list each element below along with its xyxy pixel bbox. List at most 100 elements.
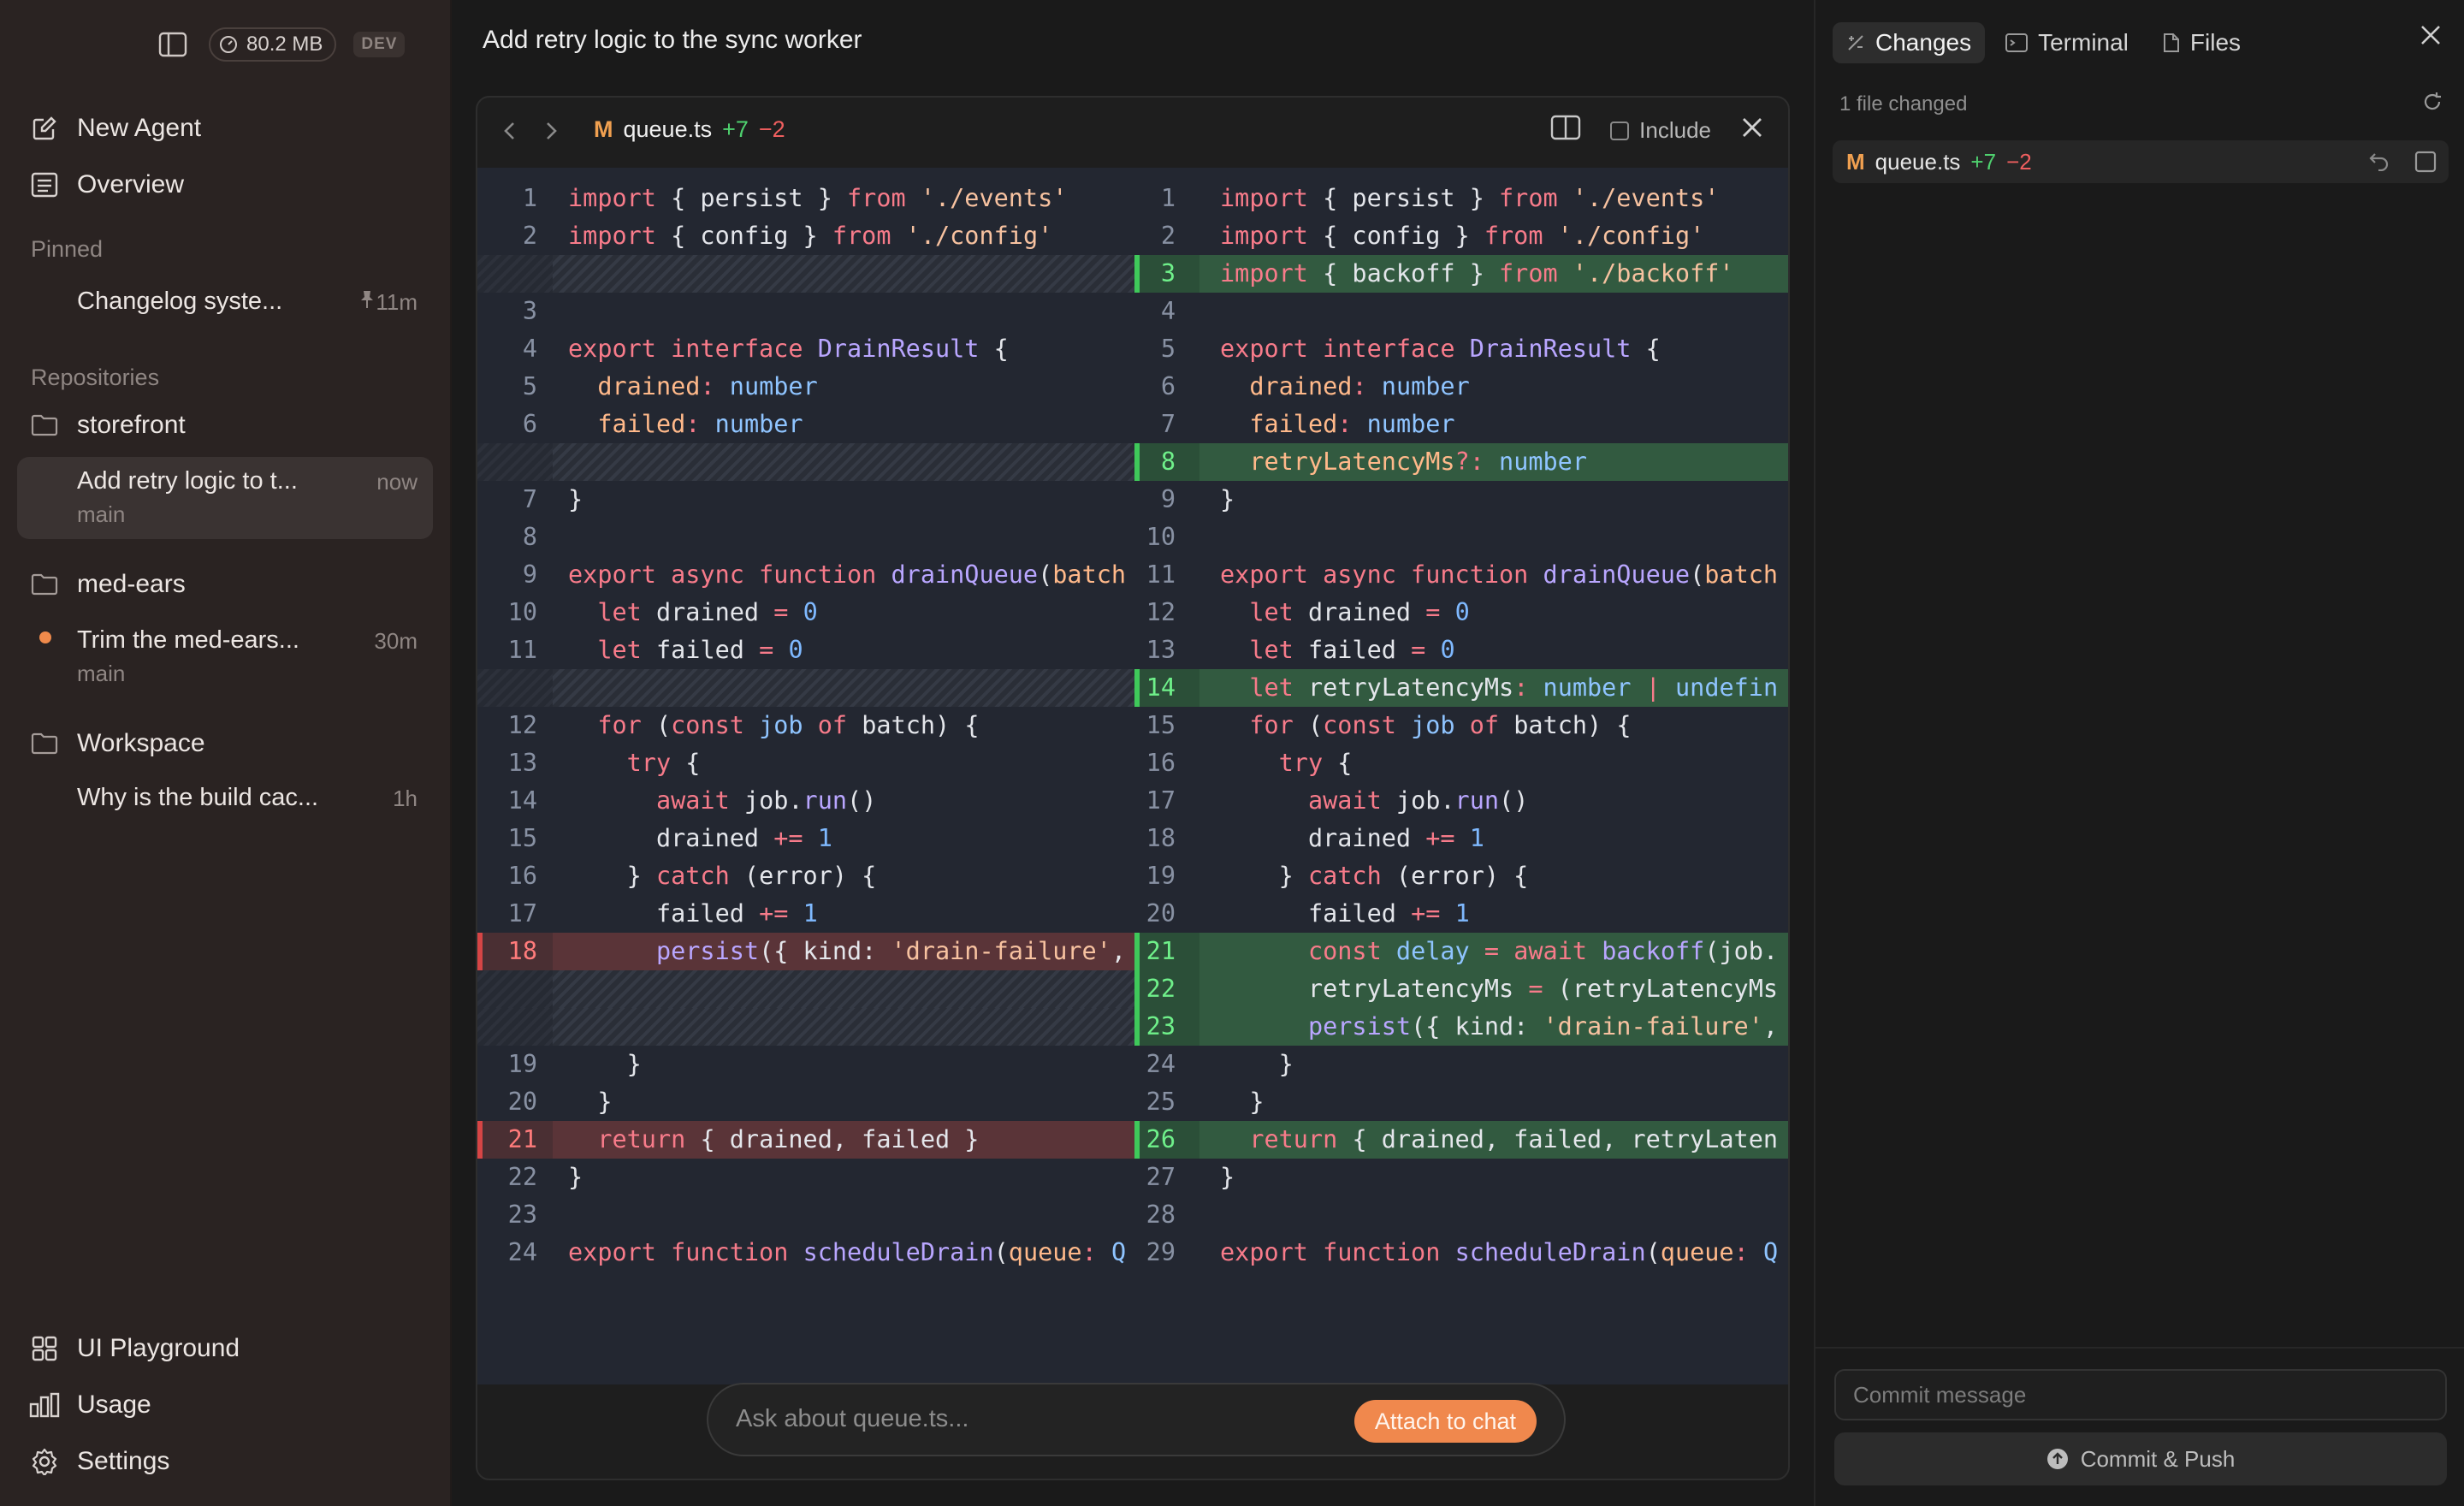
code-line: 12 let drained = 0 [1146,598,1470,626]
code-line: 13 try { [507,749,701,777]
tab-terminal[interactable]: Terminal [1992,22,2142,63]
sidebar-topbar: 80.2 MB DEV [154,26,406,63]
code-line: 10 [1146,523,1176,551]
code-line-placeholder [477,970,1134,1008]
chevron-right-icon[interactable] [542,116,560,150]
stage-checkbox-icon[interactable] [2414,151,2437,179]
additions-count: +7 [1970,148,1997,175]
code-line: 4 [1160,297,1176,325]
folder-icon [31,573,58,596]
diff-header: M queue.ts +7 −2 Include [477,98,1788,168]
unread-dot [39,631,51,643]
thread-title: Why is the build cac... [77,784,319,811]
code-line: 13 let failed = 0 [1146,636,1455,664]
list-icon [29,169,60,200]
code-line: 9 export async function drainQueue(batch [522,560,1127,589]
changed-file-row[interactable]: M queue.ts +7 −2 [1833,140,2449,183]
code-line: 19 } [507,1050,642,1078]
code-line: 9} [1160,485,1235,513]
file-name: queue.ts [1875,148,1961,175]
deletions-count: −2 [2006,148,2032,175]
thread-title: Changelog syste... [77,288,283,315]
commit-push-label: Commit & Push [2080,1445,2236,1472]
tab-label: Changes [1875,29,1972,56]
commit-push-button[interactable]: Commit & Push [1834,1432,2447,1485]
attach-to-chat-button[interactable]: Attach to chat [1353,1400,1537,1443]
code-line: 2 import { config } from './config' [522,222,1053,250]
code-line-added: 26 return { drained, failed, retryLaten [1134,1121,1788,1159]
code-line: 28 [1146,1201,1176,1229]
thread-time: 1h [393,786,418,811]
code-line: 10 let drained = 0 [507,598,818,626]
code-line-added: 3 import { backoff } from './backoff' [1134,255,1788,293]
code-line: 1 import { persist } from './events' [1160,184,1720,212]
thread-branch: main [77,661,126,686]
chevron-left-icon[interactable] [501,116,518,150]
thread-trim-med-ears[interactable]: Trim the med-ears... main 30m [17,616,433,698]
include-label: Include [1639,117,1711,143]
code-line: 20 } [507,1088,613,1116]
tab-files[interactable]: Files [2149,22,2254,63]
diff-pane-new: 1 import { persist } from './events' 2 imp… [1134,180,1788,1272]
include-toggle[interactable]: Include [1610,117,1711,144]
changes-panel: Changes Terminal Files 1 file changed M … [1814,0,2464,1506]
thread-add-retry-logic[interactable]: Add retry logic to t... main now [17,457,433,539]
code-line-placeholder [477,669,1134,707]
include-checkbox[interactable] [1610,121,1630,140]
diff-file-label: M queue.ts +7 −2 [594,116,785,143]
code-line-placeholder [477,1008,1134,1046]
deletions-count: −2 [758,116,785,142]
code-line-added: 21 const delay = await backoff(job. [1134,933,1788,970]
new-agent-button[interactable]: New Agent [29,110,201,147]
memory-indicator: 80.2 MB [209,27,337,62]
terminal-icon [2005,33,2029,52]
split-view-icon[interactable] [1550,115,1581,146]
compose-icon [29,113,60,144]
page-title: Add retry logic to the sync worker [483,26,862,54]
ui-playground-button[interactable]: UI Playground [29,1330,240,1367]
file-status: M [594,116,613,142]
code-line-added: 23 persist({ kind: 'drain-failure', [1134,1008,1788,1046]
code-line-added: 22 retryLatencyMs = (retryLatencyMs [1134,970,1788,1008]
thread-time: 11m [376,289,418,315]
gauge-icon [220,36,237,53]
code-line: 11 let failed = 0 [507,636,803,664]
thread-build-cache[interactable]: Why is the build cac... 1h [17,777,433,821]
pinned-thread[interactable]: Changelog syste... 11m [17,281,433,325]
arrow-up-circle-icon [2046,1449,2068,1469]
file-nav [501,116,560,150]
code-line-placeholder [477,443,1134,481]
new-agent-label: New Agent [77,114,202,142]
code-line: 25 } [1146,1088,1265,1116]
file-chat-input[interactable]: Ask about queue.ts... Attach to chat [707,1383,1566,1456]
repo-name: Workspace [77,729,205,757]
chat-placeholder: Ask about queue.ts... [736,1405,969,1432]
repo-med-ears[interactable]: med-ears [31,570,186,599]
panel-tabs: Changes Terminal Files [1833,22,2254,63]
commit-message-input[interactable]: Commit message [1834,1369,2447,1420]
code-line: 4 export interface DrainResult { [522,335,1009,363]
settings-button[interactable]: Settings [29,1443,169,1480]
code-line: 29 export function scheduleDrain(queue: Q [1146,1238,1779,1266]
thread-time: now [376,469,418,495]
code-line: 12 for (const job of batch) { [507,711,980,739]
code-line: 7 failed: number [1160,410,1455,438]
refresh-icon[interactable] [2421,91,2443,117]
code-line: 2 import { config } from './config' [1160,222,1705,250]
usage-label: Usage [77,1390,151,1419]
thread-title: Trim the med-ears... [77,626,299,654]
gear-icon [29,1446,60,1477]
sidebar-toggle-icon[interactable] [154,26,192,63]
pinned-heading: Pinned [31,236,104,262]
tab-changes[interactable]: Changes [1833,22,1986,63]
repo-storefront[interactable]: storefront [31,411,186,440]
close-icon[interactable] [2420,24,2442,50]
repo-workspace[interactable]: Workspace [31,729,205,758]
overview-button[interactable]: Overview [29,166,184,204]
usage-button[interactable]: Usage [29,1386,151,1424]
memory-value: 80.2 MB [246,33,323,56]
revert-icon[interactable] [2368,151,2390,179]
close-icon[interactable] [1740,116,1764,145]
file-icon [2163,33,2179,52]
grid-icon [29,1333,60,1364]
